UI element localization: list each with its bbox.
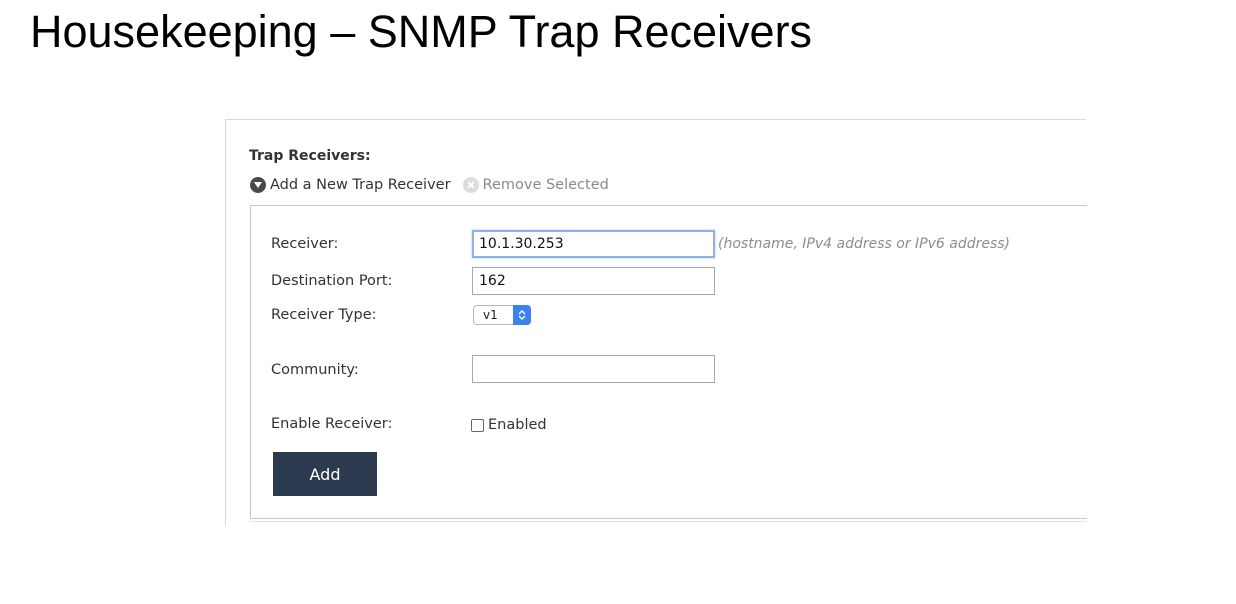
enabled-checkbox[interactable] (471, 418, 484, 432)
community-input[interactable] (472, 355, 715, 383)
add-trap-receiver-label: Add a New Trap Receiver (270, 177, 451, 193)
add-button[interactable]: Add (273, 452, 377, 496)
add-receiver-form: Receiver: (hostname, IPv4 address or IPv… (250, 205, 1087, 519)
enabled-label: Enabled (488, 417, 547, 433)
enable-receiver-label: Enable Receiver: (271, 416, 393, 432)
section-label: Trap Receivers: (249, 148, 371, 164)
enabled-checkbox-group[interactable]: Enabled (471, 417, 547, 433)
remove-selected-link[interactable]: Remove Selected (462, 177, 609, 193)
community-label: Community: (271, 362, 359, 378)
divider (250, 521, 1086, 522)
add-trap-receiver-link[interactable]: Add a New Trap Receiver (250, 177, 451, 193)
receiver-type-select[interactable]: v1 (473, 305, 531, 325)
updown-arrows-icon (513, 305, 531, 325)
remove-selected-label: Remove Selected (482, 177, 609, 193)
chevron-down-circle-icon (250, 177, 266, 193)
receiver-type-label: Receiver Type: (271, 307, 377, 323)
trap-receivers-panel: Trap Receivers: Add a New Trap Receiver … (225, 119, 1087, 526)
destination-port-label: Destination Port: (271, 273, 393, 289)
destination-port-input[interactable] (472, 267, 715, 295)
close-circle-icon (462, 177, 479, 193)
receiver-type-value: v1 (483, 308, 498, 322)
actions-bar: Add a New Trap Receiver Remove Selected (250, 177, 609, 193)
receiver-label: Receiver: (271, 236, 339, 252)
receiver-input[interactable] (472, 230, 715, 258)
receiver-hint: (hostname, IPv4 address or IPv6 address) (718, 236, 1011, 252)
slide-title: Housekeeping – SNMP Trap Receivers (30, 6, 813, 57)
